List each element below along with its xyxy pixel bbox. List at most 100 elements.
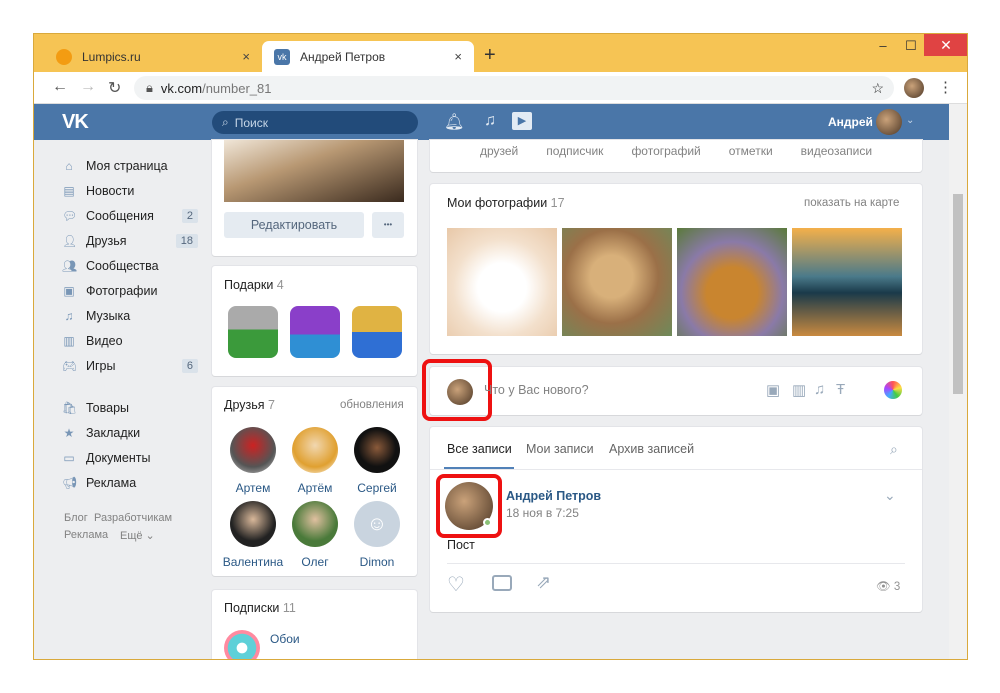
composer-avatar[interactable]	[447, 379, 473, 405]
tab-vk-profile[interactable]: vk Андрей Петров ×	[262, 41, 474, 72]
friend-name: Валентина	[222, 555, 284, 569]
left-menu-item[interactable]: ♫ Музыка	[62, 306, 198, 326]
camera-icon[interactable]: ▣	[766, 381, 780, 399]
photo-thumbnail[interactable]	[447, 228, 557, 336]
friends-updates-link[interactable]: обновления	[340, 399, 404, 411]
tab-bar: Lumpics.ru × vk Андрей Петров × + – ☐ ✕	[34, 34, 967, 72]
post-composer: Что у Вас нового? ▣ ▥ ♫ Ŧ	[422, 359, 922, 421]
counter-label[interactable]: фотографий	[631, 144, 700, 158]
left-menu-label: Друзья	[86, 234, 127, 248]
left-menu-item[interactable]: ▤ Новости	[62, 181, 198, 201]
left-menu-item[interactable]: ▭ Документы	[62, 448, 198, 468]
counter-label[interactable]: видеозаписи	[801, 144, 872, 158]
edit-profile-button[interactable]: Редактировать	[224, 212, 364, 238]
tab-my-posts[interactable]: Мои записи	[526, 442, 594, 456]
photos-title[interactable]: Мои фотографии 17	[447, 196, 565, 210]
online-indicator	[483, 518, 492, 527]
post-author-name[interactable]: Андрей Петров	[506, 489, 601, 503]
subscriptions-title[interactable]: Подписки 11	[224, 601, 296, 615]
left-menu-item[interactable]: 🎮︎ Игры 6	[62, 356, 198, 376]
tab-close-icon[interactable]: ×	[242, 49, 250, 64]
counter-label[interactable]: подписчик	[546, 144, 603, 158]
close-window-button[interactable]: ✕	[924, 34, 967, 56]
minimize-button[interactable]: –	[868, 38, 898, 53]
scrollbar-thumb[interactable]	[953, 194, 963, 394]
left-menu-label: Игры	[86, 359, 116, 373]
left-menu-item[interactable]: 🛍︎ Товары	[62, 398, 198, 418]
left-menu-label: Видео	[86, 334, 123, 348]
friend-item[interactable]: Сергей	[352, 427, 402, 495]
tab-archive[interactable]: Архив записей	[609, 442, 694, 456]
scrollbar[interactable]	[949, 104, 967, 659]
forward-arrow-icon[interactable]: →	[80, 78, 96, 96]
footer-link[interactable]: Реклама	[64, 529, 108, 541]
footer-link[interactable]: Ещё ⌄	[120, 529, 155, 542]
header-avatar[interactable]	[876, 109, 902, 135]
left-menu-item[interactable]: 👤︎ Друзья 18	[62, 231, 198, 251]
gift-item[interactable]	[352, 306, 402, 358]
show-on-map-link[interactable]: показать на карте	[804, 197, 899, 209]
music-icon[interactable]: ♫	[484, 112, 496, 130]
profile-avatar-icon[interactable]	[904, 78, 924, 98]
composer-input[interactable]: Что у Вас нового?	[484, 383, 589, 397]
play-icon[interactable]: ▶	[512, 112, 532, 130]
header-user-name[interactable]: Андрей	[828, 115, 873, 129]
footer-link[interactable]: Блог	[64, 512, 88, 524]
left-menu-item[interactable]: 💬︎ Сообщения 2	[62, 206, 198, 226]
bell-icon[interactable]: 🔔︎	[444, 112, 464, 132]
left-menu-item[interactable]: 📢︎ Реклама	[62, 473, 198, 493]
footer-link[interactable]: Разработчикам	[94, 512, 172, 524]
palette-icon[interactable]	[884, 381, 902, 399]
friend-item[interactable]: ☺ Dimon	[352, 501, 402, 569]
counter-label[interactable]: друзей	[480, 144, 518, 158]
search-placeholder: Поиск	[234, 115, 268, 130]
search-icon[interactable]: ⌕	[890, 441, 898, 458]
video-icon[interactable]: ▥	[792, 381, 806, 399]
vk-logo-icon[interactable]: VK	[62, 111, 89, 134]
friend-name: Олег	[301, 555, 329, 569]
profile-photo[interactable]	[224, 140, 404, 202]
left-menu-item[interactable]: ▥ Видео	[62, 331, 198, 351]
search-input[interactable]: ⌕ Поиск	[212, 111, 418, 134]
friend-item[interactable]: Олег	[290, 501, 340, 569]
left-menu-item[interactable]: ★ Закладки	[62, 423, 198, 443]
subscription-avatar[interactable]	[224, 630, 260, 659]
like-icon[interactable]: ♡	[447, 572, 465, 597]
back-arrow-icon[interactable]: ←	[52, 78, 68, 96]
more-actions-button[interactable]: •••	[372, 212, 404, 238]
address-bar[interactable]: 🔒︎ vk.com/number_81 ☆	[134, 76, 894, 100]
menu-dots-icon[interactable]: ⋮	[938, 78, 953, 96]
photo-thumbnail[interactable]	[792, 228, 902, 336]
divider	[430, 469, 922, 470]
left-menu-item[interactable]: ▣ Фотографии	[62, 281, 198, 301]
friend-item[interactable]: Валентина	[222, 501, 284, 569]
counter-label[interactable]: отметки	[729, 144, 773, 158]
subscription-name[interactable]: Обои	[270, 632, 300, 646]
left-menu-item[interactable]: 👥︎ Сообщества	[62, 256, 198, 276]
reload-icon[interactable]: ↻	[108, 78, 121, 98]
tab-lumpics[interactable]: Lumpics.ru ×	[44, 41, 262, 72]
gift-item[interactable]	[290, 306, 340, 358]
maximize-button[interactable]: ☐	[896, 38, 926, 54]
tab-close-icon[interactable]: ×	[454, 49, 462, 64]
bookmark-star-icon[interactable]: ☆	[871, 80, 884, 97]
chevron-down-icon[interactable]: ⌄	[884, 487, 896, 504]
photo-thumbnail[interactable]	[677, 228, 787, 336]
left-menu-item[interactable]: ⌂ Моя страница	[62, 156, 198, 176]
music-icon[interactable]: ♫	[814, 381, 825, 398]
post-date[interactable]: 18 ноя в 7:25	[506, 506, 579, 520]
text-format-icon[interactable]: Ŧ	[836, 381, 845, 398]
friends-card: Друзья 7 обновления Артем Артём Сергей В…	[212, 387, 417, 576]
gift-item[interactable]	[228, 306, 278, 358]
friend-name: Артем	[235, 481, 271, 495]
share-icon[interactable]: ⇗	[536, 572, 551, 593]
friends-title[interactable]: Друзья 7	[224, 398, 275, 412]
left-menu-label: Новости	[86, 184, 135, 198]
photo-thumbnail[interactable]	[562, 228, 672, 336]
comment-icon[interactable]	[492, 575, 512, 591]
tab-all-posts[interactable]: Все записи	[447, 442, 512, 456]
new-tab-button[interactable]: +	[484, 44, 496, 67]
friend-item[interactable]: Артём	[290, 427, 340, 495]
chevron-down-icon[interactable]: ⌄	[906, 115, 914, 126]
friend-item[interactable]: Артем	[228, 427, 278, 495]
